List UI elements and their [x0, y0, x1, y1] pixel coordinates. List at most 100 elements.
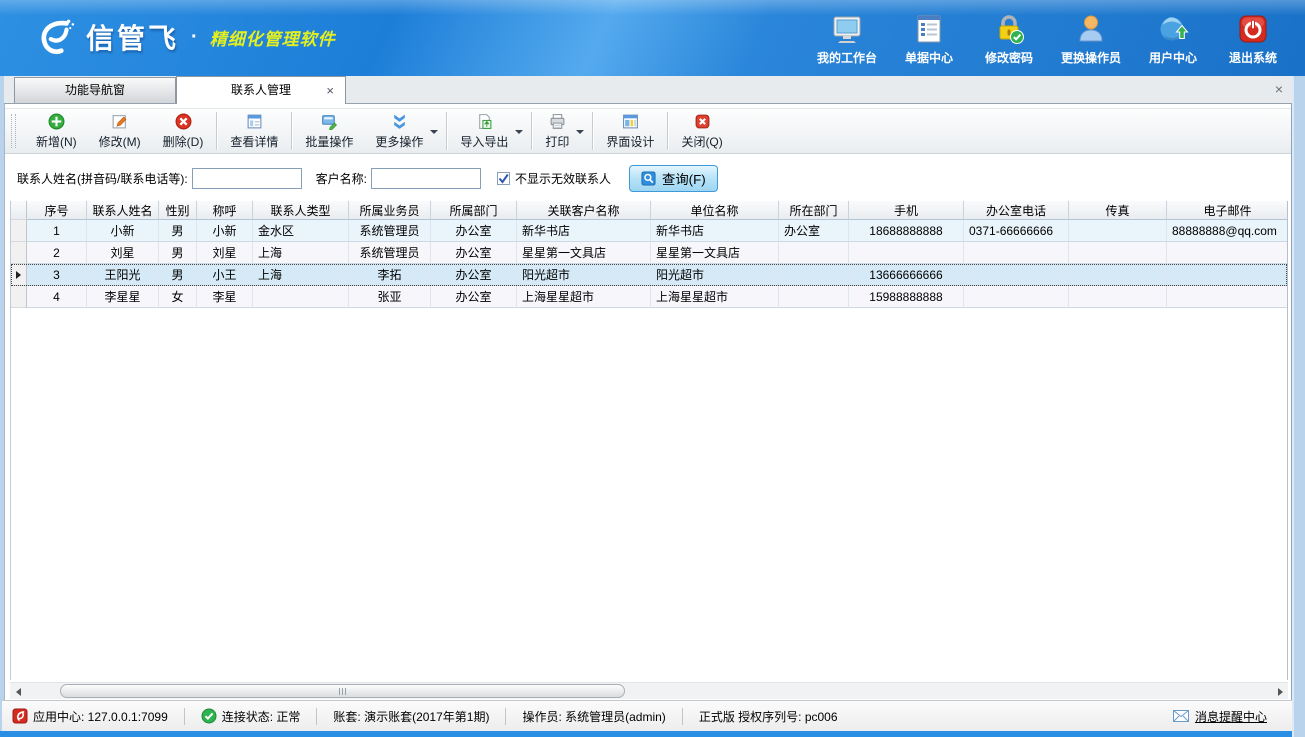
table-cell[interactable]: 办公室 [431, 220, 517, 242]
table-cell[interactable] [1069, 286, 1167, 308]
nav-item-0[interactable]: 我的工作台 [817, 13, 877, 66]
dropdown-caret-icon[interactable] [430, 130, 438, 138]
toolbar-button-4-0[interactable]: 打印 [534, 110, 580, 153]
column-header-0[interactable]: 序号 [27, 201, 87, 220]
toolbar-button-3-0[interactable]: 导入导出 [449, 110, 519, 153]
table-cell[interactable] [1167, 264, 1288, 286]
table-cell[interactable]: 阳光超市 [651, 264, 779, 286]
table-cell[interactable] [964, 286, 1069, 308]
table-cell[interactable]: 小王 [197, 264, 253, 286]
message-center-link[interactable]: 消息提醒中心 [1195, 708, 1267, 725]
nav-item-4[interactable]: 用户中心 [1145, 13, 1201, 66]
table-cell[interactable]: 李星星 [87, 286, 159, 308]
table-cell[interactable]: 上海星星超市 [651, 286, 779, 308]
table-cell[interactable]: 15988888888 [849, 286, 964, 308]
column-header-7[interactable]: 关联客户名称 [517, 201, 651, 220]
table-cell[interactable]: 王阳光 [87, 264, 159, 286]
row-selector[interactable] [11, 264, 27, 286]
query-button[interactable]: 查询(F) [629, 165, 718, 192]
table-row-2[interactable]: 3王阳光男小王上海李拓办公室阳光超市阳光超市13666666666 [11, 264, 1287, 286]
table-cell[interactable] [1069, 242, 1167, 264]
row-selector[interactable] [11, 242, 27, 264]
scrollbar-thumb[interactable] [60, 684, 625, 698]
tab-0[interactable]: 功能导航窗 [14, 77, 176, 103]
table-row-3[interactable]: 4李星星女李星张亚办公室上海星星超市上海星星超市15988888888 [11, 286, 1287, 308]
column-header-2[interactable]: 性别 [159, 201, 197, 220]
toolbar-button-6-0[interactable]: 关闭(Q) [670, 110, 733, 153]
nav-item-3[interactable]: 更换操作员 [1061, 13, 1121, 66]
table-cell[interactable]: 阳光超市 [517, 264, 651, 286]
table-cell[interactable]: 上海星星超市 [517, 286, 651, 308]
table-cell[interactable]: 刘星 [87, 242, 159, 264]
column-header-3[interactable]: 称呼 [197, 201, 253, 220]
table-cell[interactable]: 上海 [253, 242, 349, 264]
table-cell[interactable]: 系统管理员 [349, 220, 431, 242]
table-cell[interactable]: 小新 [197, 220, 253, 242]
table-cell[interactable]: 办公室 [431, 264, 517, 286]
toolbar-button-2-0[interactable]: 批量操作 [294, 110, 364, 153]
scroll-left-button[interactable] [10, 684, 26, 699]
table-cell[interactable] [779, 286, 849, 308]
table-cell[interactable] [779, 264, 849, 286]
customer-name-input[interactable] [371, 168, 481, 189]
table-cell[interactable]: 4 [27, 286, 87, 308]
table-cell[interactable]: 1 [27, 220, 87, 242]
tab-1[interactable]: 联系人管理× [176, 76, 346, 104]
table-cell[interactable]: 女 [159, 286, 197, 308]
table-cell[interactable]: 小新 [87, 220, 159, 242]
table-cell[interactable]: 办公室 [431, 286, 517, 308]
table-cell[interactable]: 上海 [253, 264, 349, 286]
row-selector[interactable] [11, 286, 27, 308]
tab-close-icon[interactable]: × [326, 77, 334, 104]
table-cell[interactable] [779, 242, 849, 264]
column-header-10[interactable]: 手机 [849, 201, 964, 220]
dropdown-caret-icon[interactable] [515, 130, 523, 138]
table-cell[interactable] [1069, 220, 1167, 242]
table-cell[interactable] [1069, 264, 1167, 286]
table-cell[interactable]: 2 [27, 242, 87, 264]
column-header-5[interactable]: 所属业务员 [349, 201, 431, 220]
column-header-9[interactable]: 所在部门 [779, 201, 849, 220]
table-cell[interactable]: 星星第一文具店 [651, 242, 779, 264]
toolbar-button-1-0[interactable]: 查看详情 [219, 110, 289, 153]
scroll-right-button[interactable] [1272, 684, 1288, 699]
table-row-1[interactable]: 2刘星男刘星上海系统管理员办公室星星第一文具店星星第一文具店 [11, 242, 1287, 264]
table-cell[interactable]: 李拓 [349, 264, 431, 286]
table-cell[interactable]: 系统管理员 [349, 242, 431, 264]
hide-invalid-checkbox[interactable] [497, 172, 510, 185]
column-header-13[interactable]: 电子邮件 [1167, 201, 1288, 220]
row-selector[interactable] [11, 220, 27, 242]
toolbar-button-5-0[interactable]: 界面设计 [595, 110, 665, 153]
toolbar-grip[interactable] [11, 114, 16, 148]
table-cell[interactable]: 张亚 [349, 286, 431, 308]
toolbar-button-0-2[interactable]: 删除(D) [152, 110, 215, 153]
table-cell[interactable]: 3 [27, 264, 87, 286]
table-cell[interactable]: 18688888888 [849, 220, 964, 242]
table-cell[interactable]: 李星 [197, 286, 253, 308]
table-cell[interactable]: 办公室 [779, 220, 849, 242]
table-cell[interactable]: 男 [159, 264, 197, 286]
table-cell[interactable]: 星星第一文具店 [517, 242, 651, 264]
nav-item-5[interactable]: 退出系统 [1225, 13, 1281, 66]
toolbar-button-0-0[interactable]: 新增(N) [25, 110, 88, 153]
column-header-12[interactable]: 传真 [1069, 201, 1167, 220]
horizontal-scrollbar[interactable] [10, 682, 1288, 699]
toolbar-button-2-1[interactable]: 更多操作 [364, 110, 434, 153]
dropdown-caret-icon[interactable] [576, 130, 584, 138]
table-cell[interactable]: 88888888@qq.com [1167, 220, 1288, 242]
table-cell[interactable] [253, 286, 349, 308]
tabbar-close-icon[interactable]: × [1275, 83, 1283, 96]
contact-name-input[interactable] [192, 168, 302, 189]
column-header-11[interactable]: 办公室电话 [964, 201, 1069, 220]
table-cell[interactable] [1167, 242, 1288, 264]
column-header-6[interactable]: 所属部门 [431, 201, 517, 220]
nav-item-1[interactable]: 单据中心 [901, 13, 957, 66]
nav-item-2[interactable]: 修改密码 [981, 13, 1037, 66]
table-cell[interactable] [849, 242, 964, 264]
table-cell[interactable]: 新华书店 [651, 220, 779, 242]
toolbar-button-0-1[interactable]: 修改(M) [88, 110, 152, 153]
table-cell[interactable]: 0371-66666666 [964, 220, 1069, 242]
table-cell[interactable]: 男 [159, 220, 197, 242]
hide-invalid-checkbox-wrap[interactable]: 不显示无效联系人 [497, 170, 611, 187]
table-cell[interactable]: 办公室 [431, 242, 517, 264]
